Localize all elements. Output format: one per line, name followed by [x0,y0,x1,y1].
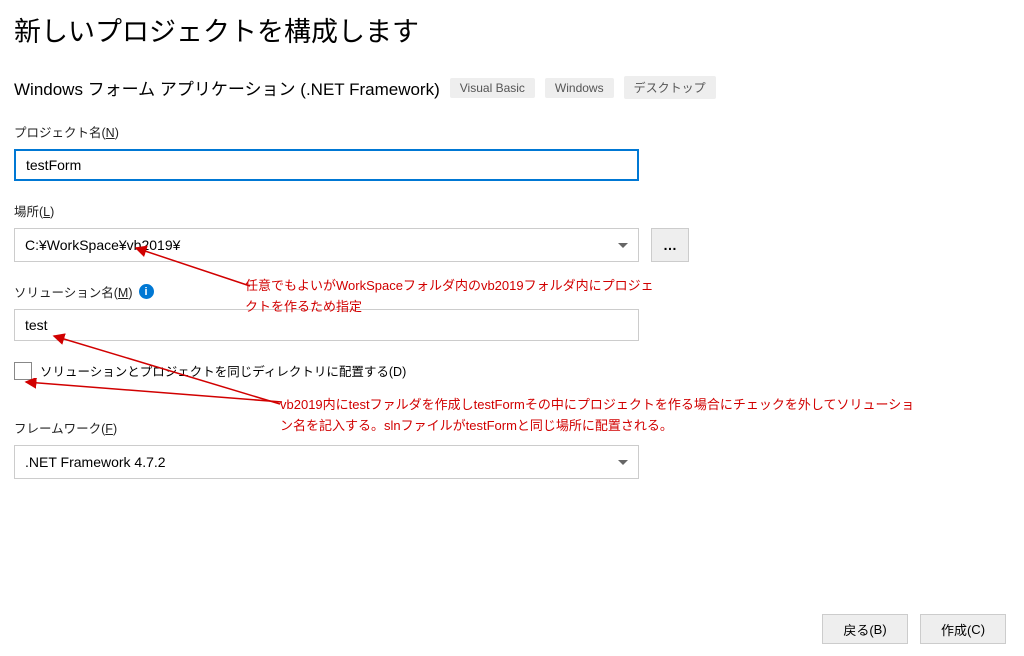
page-title: 新しいプロジェクトを構成します [14,10,1010,49]
info-icon[interactable]: i [139,284,154,299]
location-value: C:¥WorkSpace¥vb2019¥ [25,237,180,253]
footer-buttons: 戻る(B) 作成(C) [822,614,1006,644]
project-name-field: プロジェクト名(N) [14,122,1010,181]
tag-platform: Windows [545,78,614,98]
framework-value: .NET Framework 4.7.2 [25,454,166,470]
location-input[interactable]: C:¥WorkSpace¥vb2019¥ [14,228,639,262]
location-label: 場所(L) [14,201,1010,220]
chevron-down-icon [618,460,628,465]
tag-category: デスクトップ [624,76,716,99]
project-type-subtitle: Windows フォーム アプリケーション (.NET Framework) [14,75,440,100]
arrow-icon [20,378,290,408]
same-directory-label: ソリューションとプロジェクトを同じディレクトリに配置する(D) [40,361,406,380]
same-directory-checkbox[interactable] [14,362,32,380]
tag-language: Visual Basic [450,78,535,98]
framework-dropdown[interactable]: .NET Framework 4.7.2 [14,445,639,479]
location-field: 場所(L) C:¥WorkSpace¥vb2019¥ … [14,201,1010,262]
create-button[interactable]: 作成(C) [920,614,1006,644]
same-directory-row: ソリューションとプロジェクトを同じディレクトリに配置する(D) [14,361,1010,380]
annotation-solution: vb2019内にtestファルダを作成しtestFormその中にプロジェクトを作… [280,395,920,437]
browse-button[interactable]: … [651,228,689,262]
project-name-input[interactable] [14,149,639,181]
subtitle-row: Windows フォーム アプリケーション (.NET Framework) V… [14,75,1010,100]
project-name-label: プロジェクト名(N) [14,122,1010,141]
chevron-down-icon [618,243,628,248]
back-button[interactable]: 戻る(B) [822,614,908,644]
annotation-location: 任意でもよいがWorkSpaceフォルダ内のvb2019フォルダ内にプロジェクト… [245,276,665,318]
